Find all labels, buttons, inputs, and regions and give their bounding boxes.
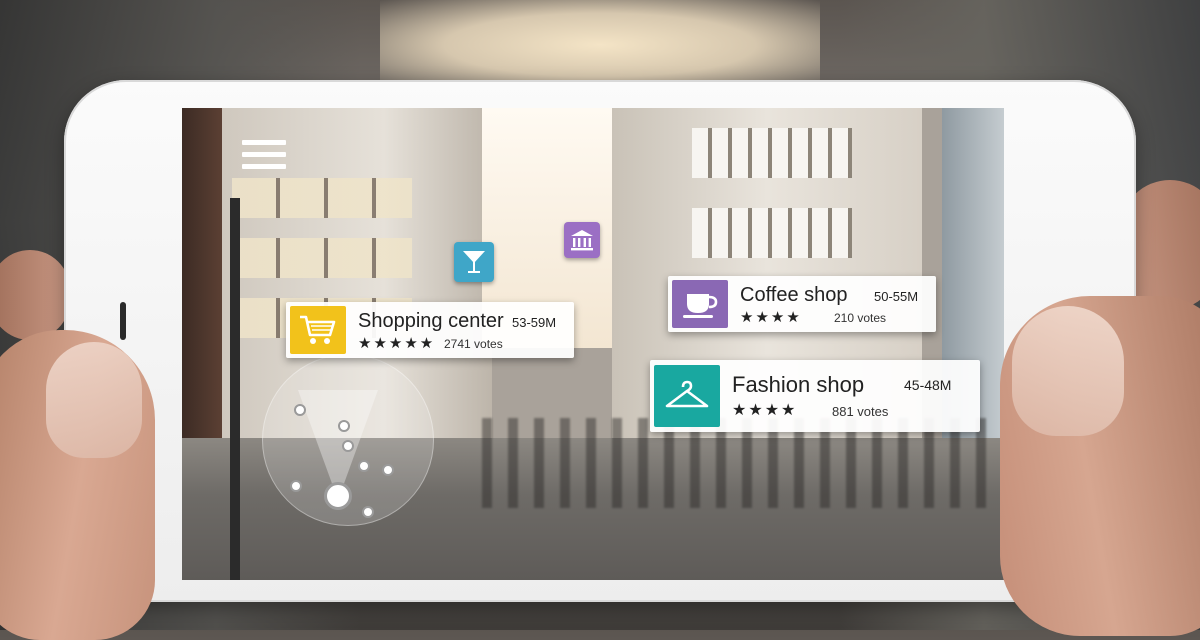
menu-line: [242, 164, 286, 169]
building-window-grid: [692, 128, 852, 178]
poi-name: Fashion shop: [732, 372, 865, 397]
speaker-slot: [120, 302, 126, 340]
building-window-row: [232, 178, 412, 218]
poi-distance: 45-48M: [904, 377, 952, 393]
right-thumbnail: [1012, 306, 1124, 436]
radar-poi-dot: [362, 506, 374, 518]
left-finger: [0, 250, 70, 340]
poi-card-coffee-shop[interactable]: Coffee shop 50-55M ★★★★ 210 votes: [668, 276, 936, 332]
lamp-post: [230, 198, 240, 580]
poi-rating-stars: ★★★★: [732, 402, 798, 419]
poi-rating-stars: ★★★★★: [358, 335, 436, 352]
ar-camera-view[interactable]: Shopping center 53-59M ★★★★★ 2741 votes …: [182, 108, 1004, 580]
clothes-hanger-icon: [654, 365, 720, 427]
cocktail-glass-icon[interactable]: [454, 242, 494, 282]
bank-building-icon[interactable]: [564, 222, 600, 258]
coffee-cup-icon: [672, 280, 728, 328]
building-window-grid: [692, 208, 852, 258]
radar-poi-dot: [290, 480, 302, 492]
hamburger-menu-icon[interactable]: [242, 140, 286, 172]
poi-card-shopping-center[interactable]: Shopping center 53-59M ★★★★★ 2741 votes: [286, 302, 574, 358]
radar-poi-dot: [338, 420, 350, 432]
menu-line: [242, 152, 286, 157]
radar-poi-dot: [342, 440, 354, 452]
left-thumbnail: [46, 342, 142, 458]
building-window-row: [232, 238, 412, 278]
poi-card-fashion-shop[interactable]: Fashion shop 45-48M ★★★★ 881 votes: [650, 360, 980, 432]
smartphone: Shopping center 53-59M ★★★★★ 2741 votes …: [64, 80, 1136, 602]
poi-name: Coffee shop: [740, 284, 848, 306]
shopping-cart-icon: [290, 306, 346, 354]
poi-votes: 210 votes: [834, 311, 887, 325]
poi-votes: 2741 votes: [444, 337, 503, 351]
poi-name: Shopping center: [358, 310, 504, 332]
background-sky: [380, 0, 820, 90]
poi-rating-stars: ★★★★: [740, 309, 802, 326]
poi-votes: 881 votes: [832, 404, 889, 419]
radar-poi-dot: [294, 404, 306, 416]
poi-distance: 53-59M: [512, 315, 557, 330]
menu-line: [242, 140, 286, 145]
poi-distance: 50-55M: [874, 289, 919, 304]
radar-poi-dot: [358, 460, 370, 472]
radar-user-position: [324, 482, 352, 510]
radar-poi-dot: [382, 464, 394, 476]
